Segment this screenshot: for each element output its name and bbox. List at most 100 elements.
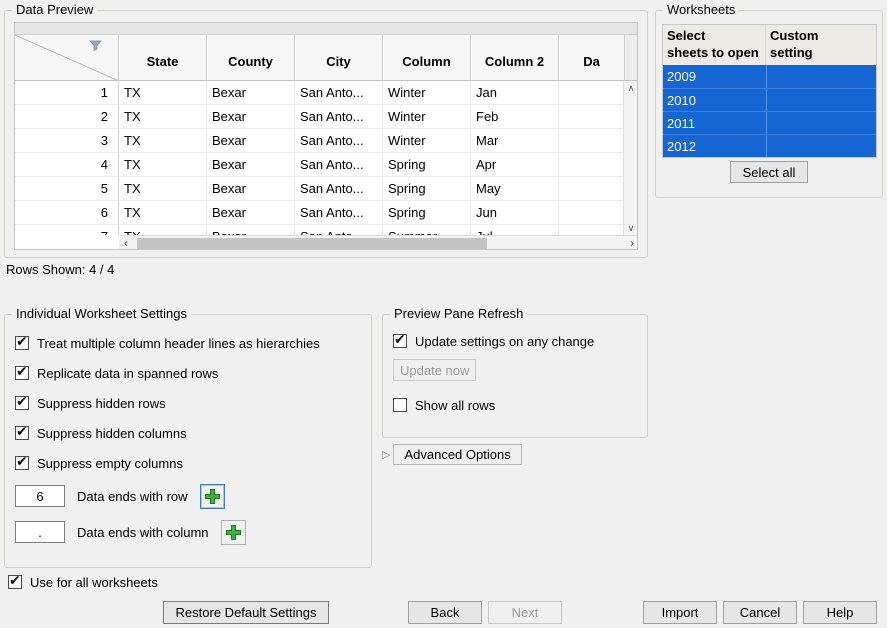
scroll-down-icon[interactable]	[624, 221, 638, 235]
select-all-button[interactable]: Select all	[730, 161, 808, 183]
table-cell: TX	[119, 201, 207, 225]
worksheet-row-2009[interactable]: 2009	[663, 65, 876, 88]
table-cell: TX	[119, 225, 207, 235]
worksheet-row-2012[interactable]: 2012	[663, 134, 876, 157]
row-number: 6	[15, 201, 119, 225]
table-row: 6 TX Bexar San Anto... Spring Jun	[15, 201, 625, 225]
checkbox-label: Suppress hidden columns	[37, 426, 187, 441]
custom-setting-cell[interactable]	[766, 89, 876, 111]
help-button[interactable]: Help	[803, 601, 877, 624]
row-number: 1	[15, 81, 119, 105]
scroll-up-icon[interactable]	[624, 81, 638, 95]
table-cell: Summer	[383, 225, 471, 235]
checkbox-hierarchies[interactable]	[15, 336, 29, 350]
suppress-empty-columns-row: Suppress empty columns	[15, 453, 365, 473]
column-header-column2[interactable]: Column 2	[471, 35, 559, 81]
column-header-county[interactable]: County	[207, 35, 295, 81]
column-header-data[interactable]: Da	[559, 35, 625, 81]
add-column-rule-button[interactable]	[221, 520, 246, 545]
checkbox-update-on-change[interactable]	[393, 334, 407, 348]
table-cell: San Anto...	[295, 225, 383, 235]
sheet-name[interactable]: 2012	[663, 135, 766, 157]
table-cell: TX	[119, 177, 207, 201]
table-cell	[559, 201, 625, 225]
table-row: 1 TX Bexar San Anto... Winter Jan	[15, 81, 625, 105]
column-header-state[interactable]: State	[119, 35, 207, 81]
custom-setting-cell[interactable]	[766, 135, 876, 157]
table-cell: Winter	[383, 105, 471, 129]
sheet-name[interactable]: 2010	[663, 89, 766, 111]
row-number: 2	[15, 105, 119, 129]
checkbox-suppress-hidden-columns[interactable]	[15, 426, 29, 440]
sheet-name[interactable]: 2009	[663, 65, 766, 88]
table-cell: TX	[119, 129, 207, 153]
checkbox-use-for-all-worksheets[interactable]	[8, 575, 22, 589]
row-number: 5	[15, 177, 119, 201]
table-cell: Jun	[471, 201, 559, 225]
table-cell: Bexar	[207, 201, 295, 225]
table-cell: Bexar	[207, 105, 295, 129]
vertical-scrollbar[interactable]	[623, 81, 637, 235]
table-cell: Bexar	[207, 129, 295, 153]
table-cell: TX	[119, 81, 207, 105]
column-header-column[interactable]: Column	[383, 35, 471, 81]
data-preview-group: Data Preview State County City Column Co…	[4, 10, 648, 258]
import-button[interactable]: Import	[643, 601, 717, 624]
worksheet-row-2010[interactable]: 2010	[663, 88, 876, 111]
table-cell: Winter	[383, 129, 471, 153]
row-number: 4	[15, 153, 119, 177]
table-cell: Spring	[383, 201, 471, 225]
restore-default-settings-button[interactable]: Restore Default Settings	[163, 601, 329, 624]
add-row-rule-button[interactable]	[200, 484, 225, 509]
table-cell: San Anto...	[295, 129, 383, 153]
data-ends-column-input[interactable]	[15, 521, 65, 543]
cancel-button[interactable]: Cancel	[723, 601, 797, 624]
use-for-all-row: Use for all worksheets	[8, 572, 158, 592]
update-now-button[interactable]: Update now	[393, 359, 476, 381]
table-cell: Apr	[471, 153, 559, 177]
sheet-name[interactable]: 2011	[663, 112, 766, 134]
table-cell: Bexar	[207, 153, 295, 177]
table-cell: TX	[119, 153, 207, 177]
table-cell: Bexar	[207, 177, 295, 201]
back-button[interactable]: Back	[408, 601, 482, 624]
table-cell: San Anto...	[295, 201, 383, 225]
custom-setting-header: Custom setting	[766, 25, 876, 65]
scroll-left-icon[interactable]	[119, 237, 133, 250]
scrollbar-thumb[interactable]	[137, 238, 487, 250]
preview-pane-refresh-group: Preview Pane Refresh Update settings on …	[382, 314, 648, 438]
checkbox-suppress-hidden-rows[interactable]	[15, 396, 29, 410]
custom-setting-cell[interactable]	[766, 65, 876, 88]
worksheets-title: Worksheets	[663, 2, 739, 17]
worksheet-row-2011[interactable]: 2011	[663, 111, 876, 134]
data-ends-row-input[interactable]	[15, 485, 65, 507]
table-cell: Winter	[383, 81, 471, 105]
filter-funnel-icon	[89, 40, 102, 52]
data-ends-row-label: Data ends with row	[77, 489, 188, 504]
table-row: 3 TX Bexar San Anto... Winter Mar	[15, 129, 625, 153]
table-cell: Bexar	[207, 81, 295, 105]
update-on-change-row: Update settings on any change	[393, 331, 641, 351]
checkbox-suppress-empty-columns[interactable]	[15, 456, 29, 470]
checkbox-replicate-spanned[interactable]	[15, 366, 29, 380]
rows-shown-label: Rows Shown: 4 / 4	[6, 262, 114, 277]
checkbox-label: Update settings on any change	[415, 334, 594, 349]
individual-worksheet-settings-group: Individual Worksheet Settings Treat mult…	[4, 314, 372, 568]
column-header-city[interactable]: City	[295, 35, 383, 81]
replicate-option-row: Replicate data in spanned rows	[15, 363, 365, 383]
table-cell: TX	[119, 105, 207, 129]
custom-setting-cell[interactable]	[766, 112, 876, 134]
suppress-hidden-columns-row: Suppress hidden columns	[15, 423, 365, 443]
horizontal-scrollbar[interactable]	[119, 235, 638, 250]
table-cell: Jan	[471, 81, 559, 105]
table-cell: Mar	[471, 129, 559, 153]
row-column-corner-cell	[15, 35, 119, 81]
next-button[interactable]: Next	[488, 601, 562, 624]
table-header-row: State County City Column Column 2 Da	[15, 35, 638, 81]
checkbox-show-all-rows[interactable]	[393, 398, 407, 412]
advanced-options-button[interactable]: Advanced Options	[393, 444, 521, 465]
scroll-right-icon[interactable]	[625, 237, 638, 250]
disclosure-triangle-icon[interactable]	[382, 448, 390, 461]
plus-icon	[205, 489, 220, 504]
table-top-strip	[15, 23, 637, 35]
